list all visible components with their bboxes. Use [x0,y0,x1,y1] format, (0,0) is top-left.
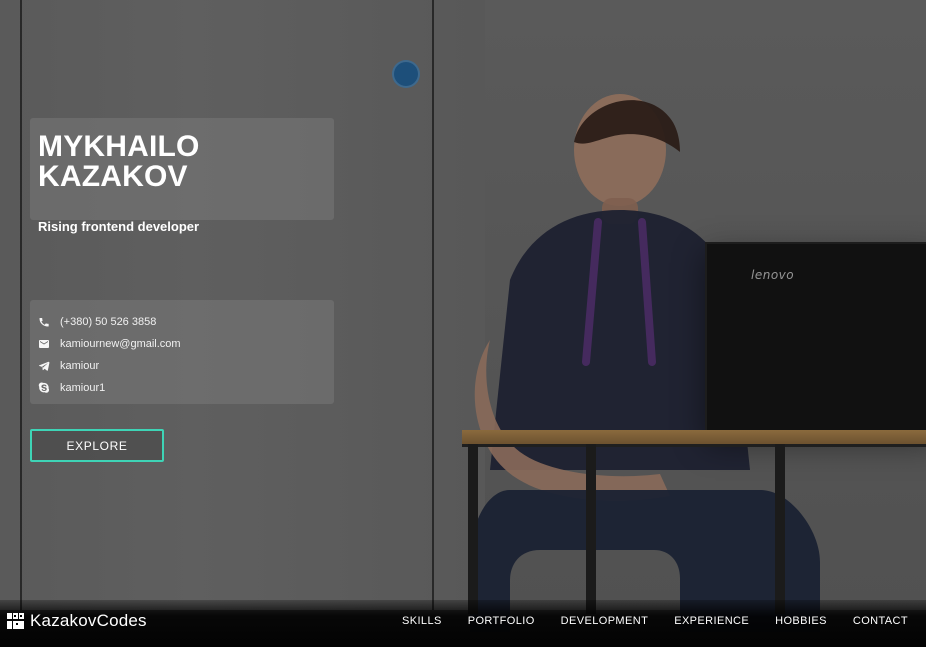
desk-leg [775,444,785,614]
nav-skills[interactable]: SKILLS [402,615,442,627]
contact-row[interactable]: kamiournew@gmail.com [38,333,326,355]
nav-experience[interactable]: EXPERIENCE [674,615,749,627]
skype-icon [38,382,50,394]
brand-logo-icon [6,611,26,631]
contact-text: (+380) 50 526 3858 [60,316,157,328]
brand-text: KazakovCodes [30,611,147,630]
contacts-card: (+380) 50 526 3858 kamiournew@gmail.com … [30,300,334,404]
phone-icon [38,316,50,328]
hero-subtitle: Rising frontend developer [38,219,200,234]
desk-leg [586,444,596,614]
hero-name: MYKHAILO KAZAKOV [38,130,200,193]
contact-text: kamiour [60,360,100,372]
contact-text: kamiour1 [60,382,106,394]
mail-icon [38,338,50,350]
contact-row[interactable]: (+380) 50 526 3858 [38,311,326,333]
nav-links: SKILLS PORTFOLIO DEVELOPMENT EXPERIENCE … [402,615,908,627]
contact-row[interactable]: kamiour [38,355,326,377]
laptop-brand: lenovo [751,268,795,282]
nav-contact[interactable]: CONTACT [853,615,908,627]
telegram-icon [38,360,50,372]
laptop: lenovo [705,242,926,434]
background-door-line [20,0,22,610]
page: lenovo MYKHAILO KAZAKOV Rising frontend … [0,0,926,647]
bottom-navbar: KazakovCodes SKILLS PORTFOLIO DEVELOPMEN… [0,600,926,647]
nav-hobbies[interactable]: HOBBIES [775,615,827,627]
hero-card: MYKHAILO KAZAKOV Rising frontend develop… [30,118,334,234]
desk-leg [468,444,478,614]
contact-text: kamiournew@gmail.com [60,338,181,350]
explore-button[interactable]: EXPLORE [30,429,164,462]
blue-sign-icon [392,60,420,88]
desk [462,430,926,447]
background-door-line [432,0,434,610]
nav-development[interactable]: DEVELOPMENT [561,615,649,627]
contact-row[interactable]: kamiour1 [38,377,326,399]
brand[interactable]: KazakovCodes [6,611,147,631]
nav-portfolio[interactable]: PORTFOLIO [468,615,535,627]
